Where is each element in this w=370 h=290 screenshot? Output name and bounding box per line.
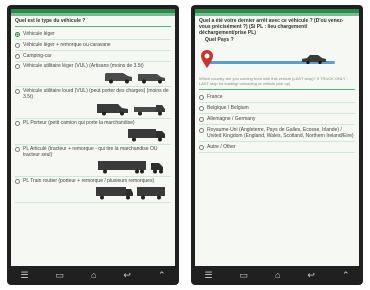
- home-icon[interactable]: ⌂: [275, 271, 280, 280]
- car-icon: [302, 55, 326, 64]
- route-illustration: [201, 48, 353, 70]
- android-nav-bar: ☰ ▭ ⌂ ↩ ⌃: [7, 266, 179, 285]
- radio-button[interactable]: [15, 54, 20, 59]
- question-vehicle-type: Quel est le type du véhicule ?: [15, 18, 86, 24]
- option-royaume-uni[interactable]: Royaume-Uni (Angleterre, Pays de Galles,…: [199, 125, 355, 142]
- radio-button[interactable]: [15, 89, 20, 94]
- helper-text-english: Which country are you coming from with t…: [199, 76, 348, 86]
- question-last-stop: Quel a été votre dernier arrêt avec ce v…: [199, 18, 344, 36]
- vehicle-illustrations: [15, 126, 171, 142]
- option-label: Véhicule utilitaire léger (VUL) (Artisan…: [23, 63, 144, 69]
- radio-button[interactable]: [15, 121, 20, 126]
- option-label: Véhicule léger: [23, 31, 55, 37]
- menu-icon[interactable]: ☰: [204, 271, 212, 280]
- option-vul-lourd[interactable]: Véhicule utilitaire lourd (VUL) (peut po…: [15, 87, 171, 119]
- question-divider: [15, 26, 171, 27]
- option-camping-car[interactable]: Camping-car: [15, 51, 171, 62]
- option-label: PL Train routier (porteur + remorque / p…: [23, 178, 155, 184]
- vehicle-illustrations: [15, 158, 171, 174]
- option-label: France: [207, 94, 223, 100]
- radio-button[interactable]: [15, 32, 20, 37]
- radio-button[interactable]: [15, 179, 20, 184]
- radio-button[interactable]: [199, 145, 204, 150]
- option-pl-articule[interactable]: PL Articulé (tracteur + remorque - qui t…: [15, 145, 171, 177]
- map-pin-icon: [201, 50, 213, 68]
- van-icon: [138, 74, 165, 84]
- recent-apps-icon[interactable]: ▭: [56, 271, 65, 280]
- option-label: Autre / Other: [207, 144, 236, 150]
- vehicle-illustrations: [15, 69, 171, 84]
- phone-left: Quel est le type du véhicule ? Véhicule …: [7, 5, 179, 285]
- van-icon: [97, 104, 128, 116]
- vehicle-illustrations: [15, 184, 171, 200]
- option-row: PL Train routier (porteur + remorque / p…: [15, 178, 171, 184]
- chevron-up-icon[interactable]: ⌃: [342, 271, 350, 280]
- option-france[interactable]: France: [199, 92, 355, 103]
- option-autre[interactable]: Autre / Other: [199, 142, 355, 153]
- survey-screen-vehicle-type: Quel est le type du véhicule ? Véhicule …: [11, 9, 175, 266]
- option-belgique[interactable]: Belgique / Belgium: [199, 103, 355, 114]
- menu-icon[interactable]: ☰: [20, 271, 28, 280]
- option-vehicule-leger[interactable]: Véhicule léger: [15, 29, 171, 40]
- trailer-icon: [98, 161, 163, 174]
- option-allemagne[interactable]: Allemagne / Germany: [199, 114, 355, 125]
- phone-right: Quel a été votre dernier arrêt avec ce v…: [191, 5, 363, 285]
- truck-icon: [96, 187, 165, 200]
- vehicle-illustrations: [15, 100, 171, 116]
- option-row: Véhicule utilitaire lourd (VUL) (peut po…: [15, 88, 171, 100]
- radio-button[interactable]: [15, 43, 20, 48]
- radio-button[interactable]: [199, 106, 204, 111]
- home-icon[interactable]: ⌂: [91, 271, 96, 280]
- android-nav-bar: ☰ ▭ ⌂ ↩ ⌃: [191, 266, 363, 285]
- option-label: Royaume-Uni (Angleterre, Pays de Galles,…: [207, 127, 354, 139]
- radio-button[interactable]: [199, 128, 204, 133]
- option-vul-leger[interactable]: Véhicule utilitaire léger (VUL) (Artisan…: [15, 62, 171, 87]
- header-band: [11, 13, 175, 16]
- option-pl-porteur[interactable]: PL Porteur (petit camion qui porte la ma…: [15, 119, 171, 145]
- option-vehicule-remorque[interactable]: Véhicule léger + remorque ou caravane: [15, 40, 171, 51]
- header-band: [195, 13, 359, 16]
- radio-button[interactable]: [15, 147, 20, 152]
- option-row: PL Articulé (tracteur + remorque - qui t…: [15, 146, 171, 158]
- back-icon[interactable]: ↩: [123, 271, 131, 280]
- option-label: Véhicule utilitaire lourd (VUL) (peut po…: [23, 88, 169, 100]
- truck-icon: [128, 129, 165, 142]
- option-label: Véhicule léger + remorque ou caravane: [23, 42, 111, 48]
- van-icon: [105, 73, 132, 84]
- option-label: PL Articulé (tracteur + remorque - qui t…: [23, 146, 158, 158]
- radio-button[interactable]: [15, 64, 20, 69]
- option-label: Allemagne / Germany: [207, 116, 256, 122]
- option-label: Belgique / Belgium: [207, 105, 249, 111]
- radio-button[interactable]: [199, 117, 204, 122]
- radio-button[interactable]: [199, 95, 204, 100]
- survey-screen-last-stop: Quel a été votre dernier arrêt avec ce v…: [195, 9, 359, 266]
- question-divider: [199, 89, 355, 90]
- option-pl-train-routier[interactable]: PL Train routier (porteur + remorque / p…: [15, 177, 171, 203]
- subquestion-country: Quel Pays ?: [205, 37, 234, 43]
- option-label: Camping-car: [23, 53, 52, 59]
- truck-icon: [134, 105, 165, 116]
- back-icon[interactable]: ↩: [307, 271, 315, 280]
- chevron-up-icon[interactable]: ⌃: [158, 271, 166, 280]
- option-label: PL Porteur (petit camion qui porte la ma…: [23, 120, 135, 126]
- recent-apps-icon[interactable]: ▭: [240, 271, 249, 280]
